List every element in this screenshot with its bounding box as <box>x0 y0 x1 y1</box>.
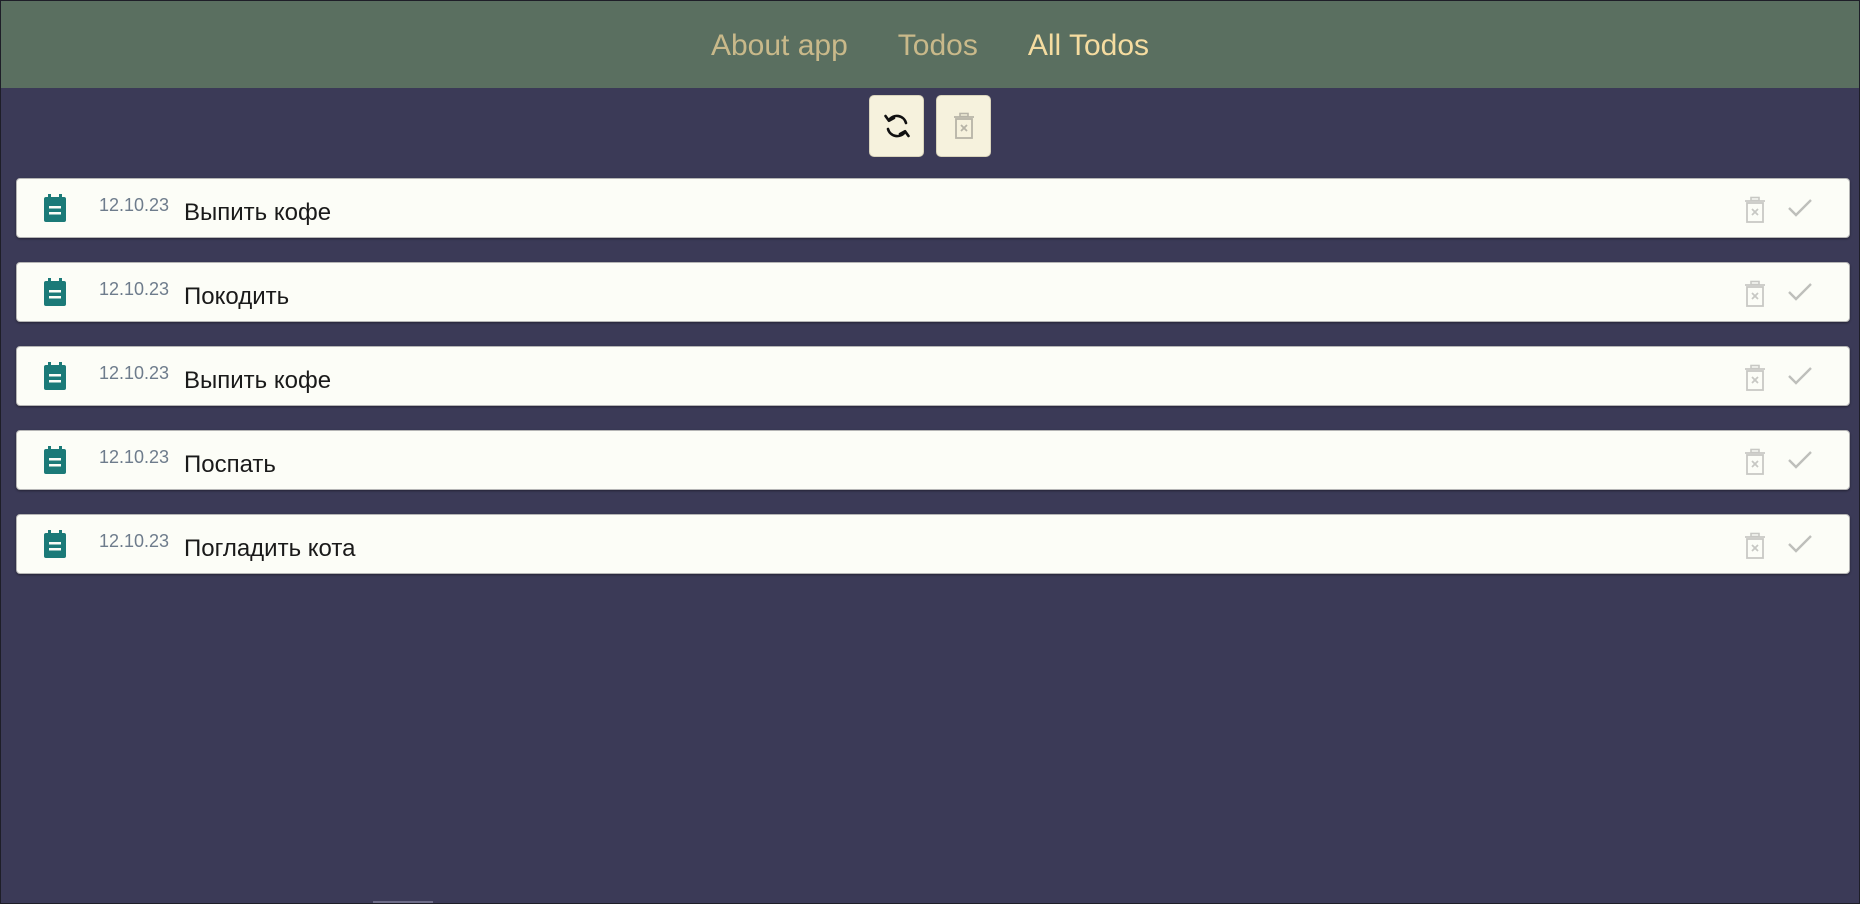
todo-date: 12.10.23 <box>99 363 170 383</box>
refresh-icon <box>883 114 910 138</box>
scroll-indicator <box>373 901 433 903</box>
top-navigation: About app Todos All Todos <box>1 1 1859 88</box>
refresh-button[interactable] <box>869 95 924 157</box>
check-icon[interactable] <box>1787 197 1813 219</box>
todo-text: Погладить кота <box>184 535 356 562</box>
trash-icon <box>953 112 974 139</box>
todo-date: 12.10.23 <box>99 195 170 215</box>
todo-date: 12.10.23 <box>99 279 170 299</box>
todo-text: Покодить <box>184 283 290 310</box>
trash-icon[interactable] <box>1743 280 1767 308</box>
todo-item[interactable]: 12.10.23 Выпить кофе <box>16 178 1850 238</box>
toolbar <box>1 95 1859 157</box>
todo-text: Выпить кофе <box>184 199 332 226</box>
todo-date: 12.10.23 <box>99 531 170 551</box>
todo-item[interactable]: 12.10.23 Покодить <box>16 262 1850 322</box>
nav-link-todos[interactable]: Todos <box>898 29 978 61</box>
todo-item[interactable]: 12.10.23 Поспать <box>16 430 1850 490</box>
todo-text: Поспать <box>184 451 276 478</box>
todo-date: 12.10.23 <box>99 447 170 467</box>
todo-item[interactable]: 12.10.23 Выпить кофе <box>16 346 1850 406</box>
check-icon[interactable] <box>1787 449 1813 471</box>
note-icon <box>44 446 66 474</box>
trash-icon[interactable] <box>1743 532 1767 560</box>
nav-link-about-app[interactable]: About app <box>711 29 848 61</box>
note-icon <box>44 194 66 222</box>
todo-list: 12.10.23 Выпить кофе 12.10.23 Покодить 1… <box>16 178 1850 598</box>
trash-icon[interactable] <box>1743 196 1767 224</box>
note-icon <box>44 362 66 390</box>
todo-text: Выпить кофе <box>184 367 332 394</box>
todo-item[interactable]: 12.10.23 Погладить кота <box>16 514 1850 574</box>
trash-icon[interactable] <box>1743 448 1767 476</box>
check-icon[interactable] <box>1787 281 1813 303</box>
clear-completed-button[interactable] <box>936 95 991 157</box>
check-icon[interactable] <box>1787 365 1813 387</box>
note-icon <box>44 530 66 558</box>
check-icon[interactable] <box>1787 533 1813 555</box>
nav-link-all-todos[interactable]: All Todos <box>1028 29 1149 61</box>
trash-icon[interactable] <box>1743 364 1767 392</box>
note-icon <box>44 278 66 306</box>
